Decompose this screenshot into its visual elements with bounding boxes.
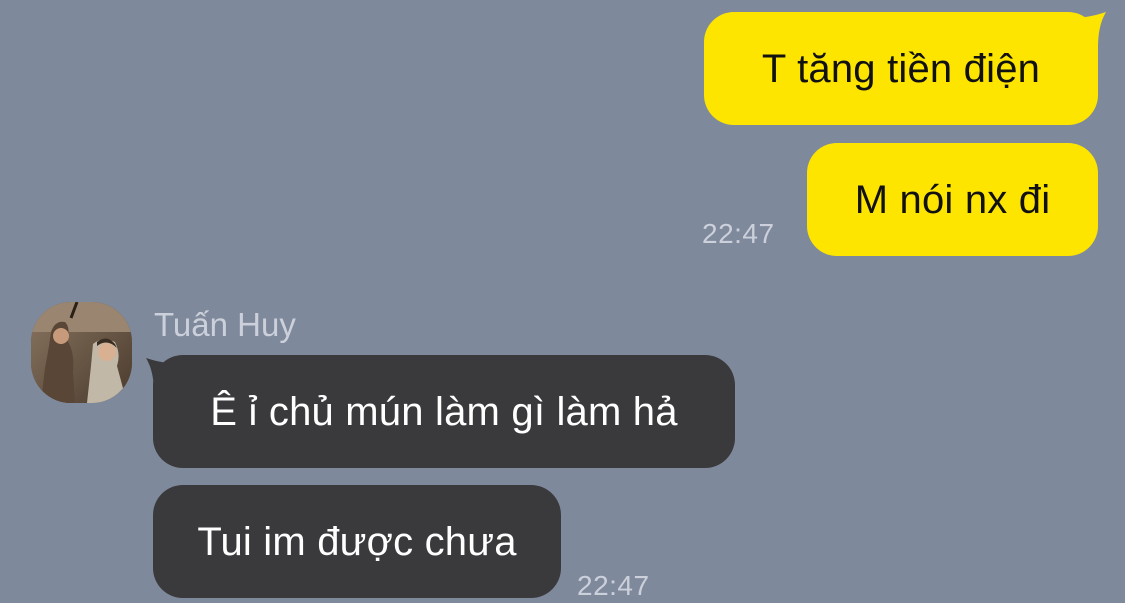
sender-avatar[interactable] <box>31 302 132 403</box>
message-timestamp: 22:47 <box>577 570 650 601</box>
incoming-message-bubble[interactable]: Ê ỉ chủ mún làm gì làm hả <box>153 355 735 468</box>
message-text: Tui im được chưa <box>197 519 517 564</box>
outgoing-message-bubble[interactable]: M nói nx đi <box>807 143 1098 256</box>
outgoing-message-bubble[interactable]: T tăng tiền điện <box>704 12 1098 125</box>
message-timestamp: 22:47 <box>702 218 775 249</box>
avatar-photo-icon <box>31 302 132 403</box>
sender-name: Tuấn Huy <box>154 306 296 343</box>
incoming-message-bubble[interactable]: Tui im được chưa <box>153 485 561 598</box>
message-text: T tăng tiền điện <box>761 46 1041 91</box>
message-text: M nói nx đi <box>854 177 1051 222</box>
message-text: Ê ỉ chủ mún làm gì làm hả <box>210 389 678 434</box>
